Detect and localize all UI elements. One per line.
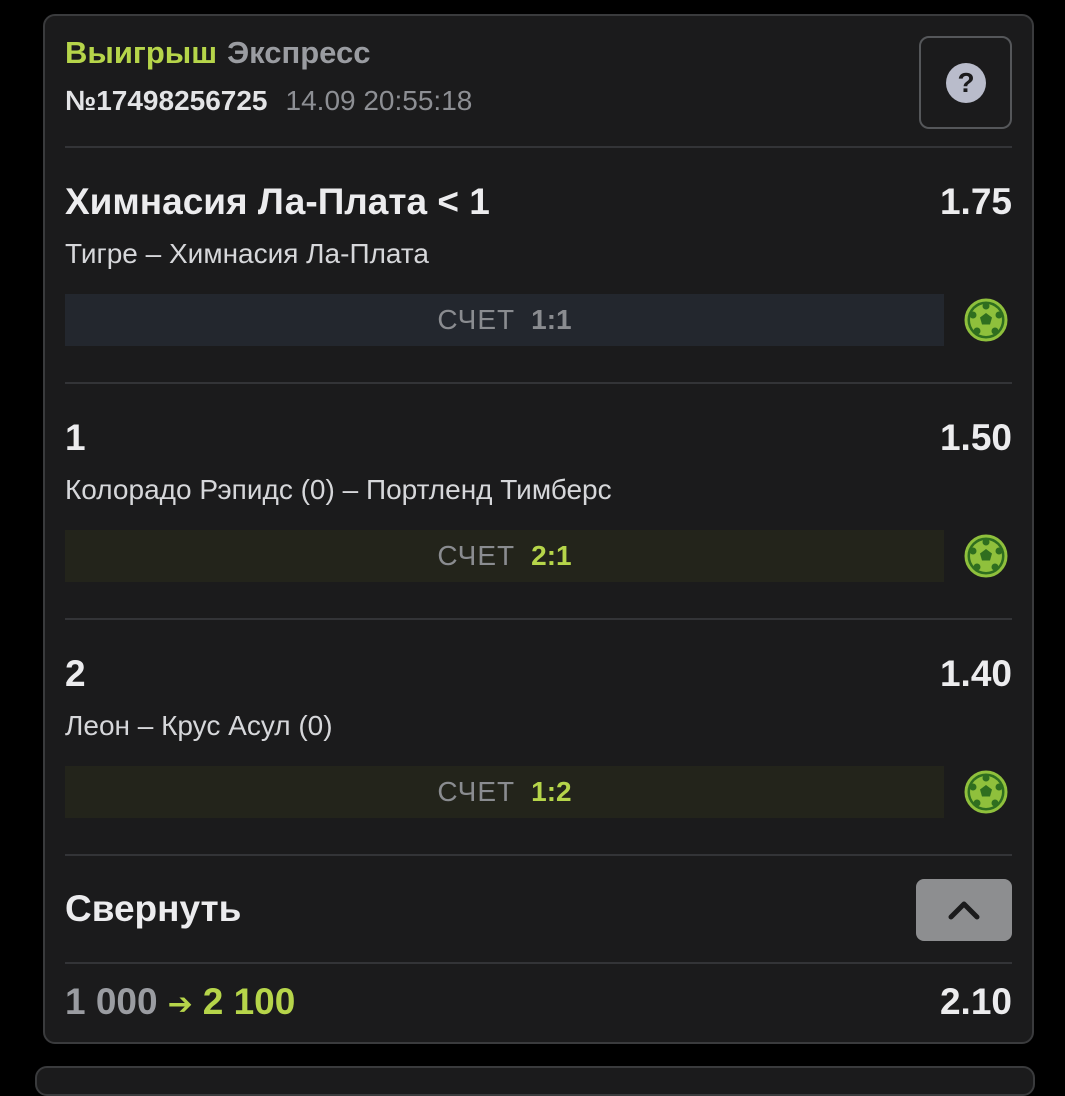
bet-number: №17498256725 bbox=[65, 85, 268, 116]
help-button[interactable]: ? bbox=[919, 36, 1012, 129]
divider bbox=[65, 854, 1012, 856]
event-odds: 1.40 bbox=[939, 653, 1012, 694]
collapse-button[interactable] bbox=[916, 879, 1012, 941]
score-bar: СЧЕТ 2:1 bbox=[65, 530, 944, 582]
score-value: 1:2 bbox=[531, 776, 572, 807]
score-bar: СЧЕТ 1:1 bbox=[65, 294, 944, 346]
event-match[interactable]: Тигре – Химнасия Ла-Плата bbox=[65, 236, 429, 272]
event-outcome: 2 bbox=[65, 653, 86, 694]
divider bbox=[65, 146, 1012, 148]
event-item: 2 1.40 Леон – Крус Асул (0) СЧЕТ 1:2 bbox=[65, 652, 1012, 862]
event-outcome: Химнасия Ла-Плата < 1 bbox=[65, 181, 490, 222]
bet-type: Экспресс bbox=[227, 35, 371, 70]
score-value: 2:1 bbox=[531, 540, 572, 571]
divider bbox=[65, 962, 1012, 964]
total-odds: 2.10 bbox=[939, 981, 1012, 1022]
collapse-label[interactable]: Свернуть bbox=[65, 886, 241, 932]
score-bar: СЧЕТ 1:2 bbox=[65, 766, 944, 818]
event-item: 1 1.50 Колорадо Рэпидс (0) – Портленд Ти… bbox=[65, 416, 1012, 626]
score-value: 1:1 bbox=[531, 304, 572, 335]
divider bbox=[65, 618, 1012, 620]
bet-meta: №17498256725 14.09 20:55:18 bbox=[65, 84, 1012, 118]
divider bbox=[65, 382, 1012, 384]
arrow-right-icon: ➔ bbox=[167, 988, 193, 1021]
score-label: СЧЕТ bbox=[437, 776, 516, 807]
bet-summary: 1 000 ➔ 2 100 2.10 bbox=[65, 978, 1012, 1028]
score-label: СЧЕТ bbox=[437, 540, 516, 571]
bet-status: Выигрыш bbox=[65, 35, 218, 70]
stake-line: 1 000 ➔ 2 100 bbox=[65, 978, 295, 1029]
event-match[interactable]: Леон – Крус Асул (0) bbox=[65, 708, 333, 744]
payout-amount: 2 100 bbox=[202, 981, 296, 1022]
score-label: СЧЕТ bbox=[437, 304, 516, 335]
collapse-row[interactable]: Свернуть bbox=[65, 876, 1012, 942]
chevron-up-icon bbox=[948, 901, 980, 920]
stake-amount: 1 000 bbox=[65, 981, 158, 1022]
football-icon bbox=[964, 534, 1008, 578]
football-icon bbox=[964, 298, 1008, 342]
next-bet-card[interactable] bbox=[35, 1066, 1035, 1096]
event-odds: 1.75 bbox=[939, 181, 1012, 222]
event-odds: 1.50 bbox=[939, 417, 1012, 458]
bet-header: Выигрыш Экспресс №17498256725 14.09 20:55:… bbox=[65, 34, 1012, 146]
event-match[interactable]: Колорадо Рэпидс (0) – Портленд Тимберс bbox=[65, 472, 612, 508]
bet-date: 14.09 20:55:18 bbox=[285, 85, 473, 116]
question-icon: ? bbox=[946, 63, 986, 103]
football-icon bbox=[964, 770, 1008, 814]
event-item: Химнасия Ла-Плата < 1 1.75 Тигре – Химна… bbox=[65, 180, 1012, 390]
bet-card: Выигрыш Экспресс №17498256725 14.09 20:55:… bbox=[43, 14, 1034, 1044]
bet-title: Выигрыш Экспресс bbox=[65, 34, 1012, 72]
event-outcome: 1 bbox=[65, 417, 86, 458]
